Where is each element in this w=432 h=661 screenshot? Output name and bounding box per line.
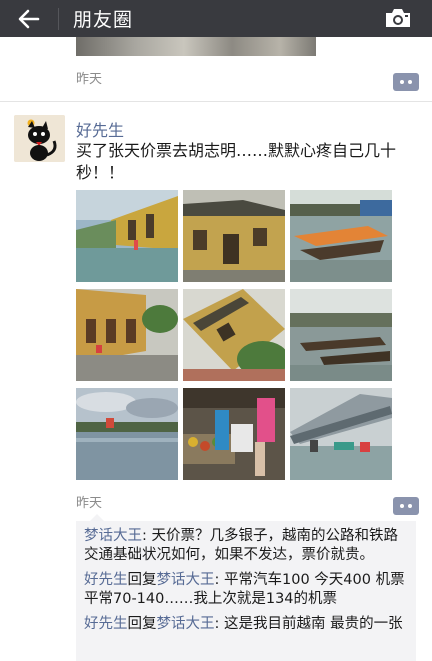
photo-image	[76, 289, 178, 381]
post-author-name[interactable]: 好先生	[76, 117, 124, 141]
photo-yellow-house-1[interactable]	[183, 190, 285, 282]
comment-item[interactable]: 好先生回复梦话大王: 平常汽车100 今天400 机票平常70-140……我上次…	[76, 565, 416, 609]
photo-image	[76, 388, 178, 480]
topbar-divider	[58, 7, 59, 30]
photo-image	[290, 289, 392, 381]
avatar[interactable]	[14, 115, 65, 162]
comment-author[interactable]: 梦话大王	[84, 528, 142, 544]
photo-river-boat-1[interactable]	[290, 190, 392, 282]
top-bar: 朋友圈	[0, 0, 432, 37]
comment-text: 这是我目前越南 最贵的一张	[224, 616, 403, 632]
photo-river-boats-2[interactable]	[290, 289, 392, 381]
camera-icon	[386, 9, 410, 27]
dot-icon	[408, 504, 412, 508]
post-comment-button[interactable]	[393, 497, 419, 515]
comment-reply-to[interactable]: 梦话大王	[157, 572, 215, 588]
photo-market-roof[interactable]	[290, 388, 392, 480]
back-arrow-icon	[18, 9, 40, 28]
dot-icon	[400, 504, 404, 508]
comment-author[interactable]: 好先生	[84, 616, 128, 632]
comment-separator: :	[142, 528, 152, 544]
comment-item[interactable]: 好先生回复梦话大王: 这是我目前越南 最贵的一张	[76, 609, 416, 634]
photo-market-stall[interactable]	[183, 388, 285, 480]
comment-separator: :	[214, 616, 224, 632]
moments-page: 朋友圈 昨天 好先生 买了张天价票去胡志明……默默心疼自己几十秒！！ 昨天 梦话…	[0, 0, 432, 661]
comment-item[interactable]: 梦话大王: 天价票？几多银子，越南的公路和铁路交通基础状况如何，如果不发达，票价…	[76, 521, 416, 565]
post-time: 昨天	[76, 496, 103, 511]
photo-image	[183, 190, 285, 282]
photo-street-umbrellas[interactable]	[76, 289, 178, 381]
page-title: 朋友圈	[73, 9, 134, 31]
photo-image	[290, 190, 392, 282]
comment-reply-to[interactable]: 梦话大王	[157, 616, 215, 632]
photo-image	[183, 289, 285, 381]
photo-river-landscape[interactable]	[76, 388, 178, 480]
comment-author[interactable]: 好先生	[84, 572, 128, 588]
photo-grid	[76, 190, 392, 480]
post-divider	[0, 101, 432, 102]
previous-post-image[interactable]	[76, 37, 316, 56]
black-cat-avatar-icon	[14, 115, 65, 162]
photo-image	[183, 388, 285, 480]
comments-arrow	[90, 514, 104, 521]
reply-word: 回复	[127, 572, 157, 588]
dot-icon	[400, 80, 404, 84]
back-button[interactable]	[0, 0, 58, 37]
photo-image	[290, 388, 392, 480]
photo-flooded-street-1[interactable]	[76, 190, 178, 282]
previous-post-time: 昨天	[76, 72, 103, 87]
dot-icon	[408, 80, 412, 84]
photo-image	[76, 190, 178, 282]
comments-box: 梦话大王: 天价票？几多银子，越南的公路和铁路交通基础状况如何，如果不发达，票价…	[76, 514, 416, 661]
comment-separator: :	[214, 572, 224, 588]
reply-word: 回复	[127, 616, 157, 632]
previous-post-comment-button[interactable]	[393, 73, 419, 91]
post-text: 买了张天价票去胡志明……默默心疼自己几十秒！！	[76, 141, 397, 182]
camera-button[interactable]	[382, 4, 414, 32]
photo-tilted-house[interactable]	[183, 289, 285, 381]
